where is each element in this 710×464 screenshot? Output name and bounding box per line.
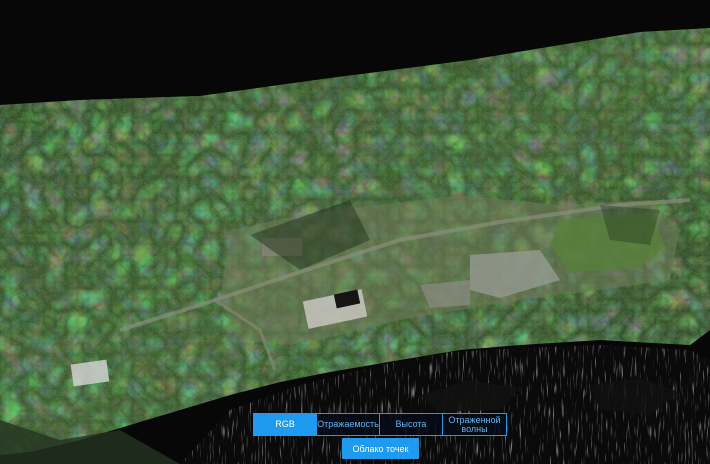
point-cloud-viewport[interactable]: [0, 0, 710, 464]
mode-rgb-button[interactable]: RGB: [254, 414, 317, 435]
mode-reflected-wave-button[interactable]: Отраженной волны: [443, 414, 506, 435]
point-cloud-button[interactable]: Облако точек: [342, 438, 419, 459]
mode-height-button[interactable]: Высота: [380, 414, 443, 435]
point-cloud-render[interactable]: [0, 0, 710, 464]
mode-reflectance-button[interactable]: Отражаемость: [317, 414, 380, 435]
render-mode-toolbar: RGB Отражаемость Высота Отраженной волны: [253, 413, 507, 436]
